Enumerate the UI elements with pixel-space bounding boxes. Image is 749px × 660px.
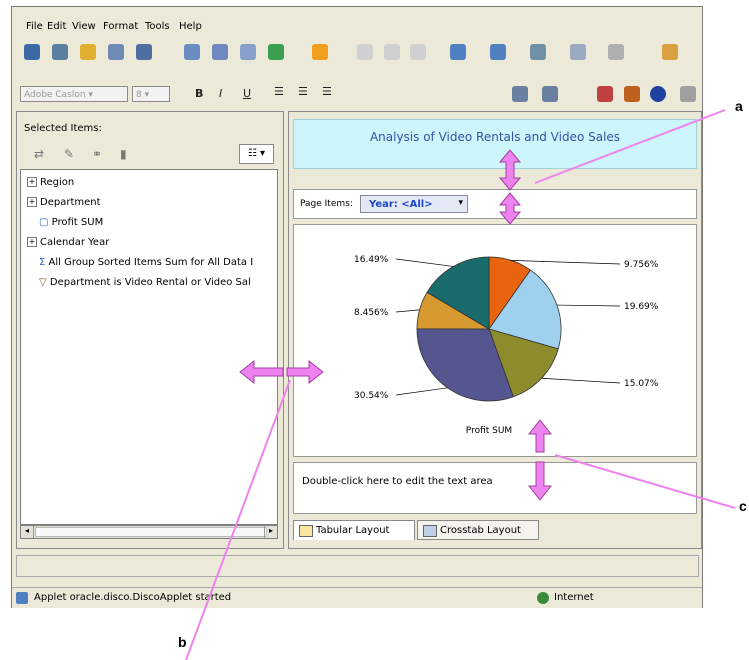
vertical-resize-arrow-c1 [527,419,553,453]
callout-line-c [554,454,736,509]
horizontal-resize-arrow-left [239,359,284,385]
annotation-label-a: a [735,98,743,114]
vertical-resize-arrow-a [498,149,522,191]
annotation-label-b: b [178,634,187,650]
annotation-overlay [185,109,736,660]
horizontal-resize-arrow-right [286,359,324,385]
annotation-label-c: c [739,498,747,514]
vertical-resize-arrow-c2 [527,461,553,501]
callout-line-a [534,109,726,184]
vertical-resize-arrow-mid [498,192,522,225]
callout-line-b [185,379,291,660]
